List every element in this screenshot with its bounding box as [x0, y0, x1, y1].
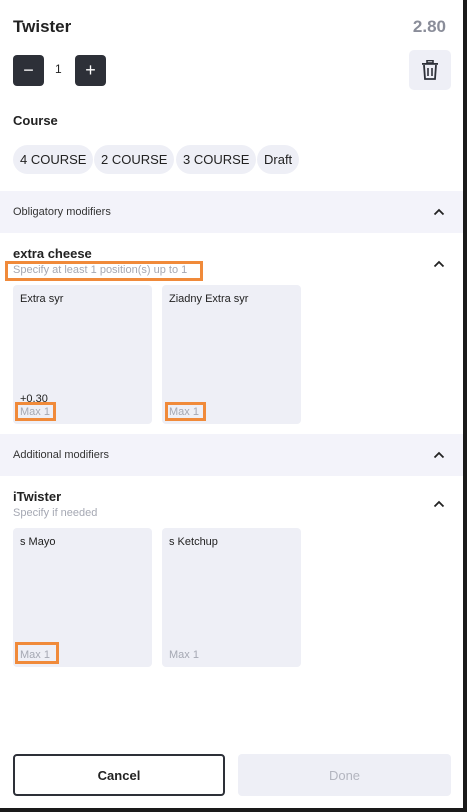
modifier-name: s Ketchup — [169, 536, 218, 548]
modifier-sheet: Twister 2.80 − 1 + Course 4 COURSE 2 COU… — [0, 0, 463, 808]
modifier-card-s-ketchup[interactable]: s Ketchup Max 1 — [162, 528, 301, 667]
modifier-name: Extra syr — [20, 293, 64, 305]
additional-modifiers-header[interactable]: Additional modifiers — [0, 434, 463, 476]
chevron-up-icon — [433, 451, 445, 459]
chevron-up-icon — [433, 208, 445, 216]
group-title-extra-cheese: extra cheese — [13, 246, 92, 261]
item-price: 2.80 — [412, 17, 446, 36]
modifier-name: Ziadny Extra syr — [169, 293, 249, 305]
group-title-itwister: iTwister — [13, 489, 62, 504]
highlight-box — [5, 261, 203, 281]
decrease-quantity-button[interactable]: − — [13, 55, 44, 86]
obligatory-modifiers-header[interactable]: Obligatory modifiers — [0, 191, 463, 233]
highlight-box — [15, 402, 56, 421]
highlight-box — [165, 402, 206, 421]
course-chip-2[interactable]: 2 COURSE — [94, 145, 175, 174]
course-label: Course — [13, 113, 58, 128]
highlight-box — [15, 642, 59, 664]
cancel-button[interactable]: Cancel — [13, 754, 225, 796]
course-chip-3[interactable]: 3 COURSE — [176, 145, 257, 174]
group-constraint-text: Specify if needed — [13, 507, 98, 519]
chevron-up-icon[interactable] — [433, 498, 445, 510]
modifier-max: Max 1 — [169, 649, 199, 661]
done-button[interactable]: Done — [238, 754, 451, 796]
course-chip-4[interactable]: 4 COURSE — [13, 145, 94, 174]
item-title: Twister — [13, 17, 72, 36]
increase-quantity-button[interactable]: + — [75, 55, 106, 86]
additional-modifiers-label: Additional modifiers — [13, 449, 109, 461]
trash-icon — [422, 60, 438, 80]
modifier-name: s Mayo — [20, 536, 56, 548]
obligatory-modifiers-label: Obligatory modifiers — [13, 206, 111, 218]
course-chip-draft[interactable]: Draft — [257, 145, 300, 174]
delete-item-button[interactable] — [409, 50, 451, 90]
chevron-up-icon[interactable] — [433, 258, 445, 270]
quantity-value: 1 — [55, 62, 62, 76]
